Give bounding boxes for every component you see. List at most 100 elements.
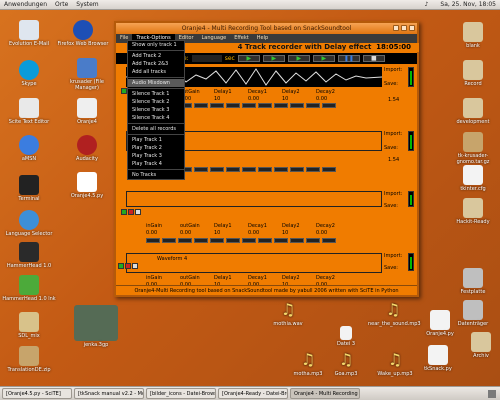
window-titlebar[interactable]: Oranje4 - Multi Recording Tool based on … [116,23,417,34]
desktop-icon-firefox[interactable]: Firefox Web Browser [52,20,114,47]
slider[interactable] [274,167,288,172]
clock[interactable]: Sa, 25. Nov, 18:05 [436,1,500,8]
desktop-file-wake-up[interactable]: ♫ Wake_up.mp3 [372,350,418,377]
menu-item-delete-all-records[interactable]: Delete all records [128,125,184,133]
desktop-icon-festplatte[interactable]: Festplatte [444,268,500,295]
desktop-icon-record[interactable]: Record [444,60,500,87]
desktop-icon-skype[interactable]: Skype [0,60,58,87]
play-button[interactable]: ▶ [262,55,285,62]
slider[interactable] [290,103,304,108]
menu-system[interactable]: System [72,1,102,8]
taskbar-item-tksnack-manual[interactable]: [tkSnack manual v2.2 - Mo... [74,388,144,399]
menu-item-silence-track-4[interactable]: Silence Track 4 [128,114,184,122]
menu-item-play-track-3[interactable]: Play Track 3 [128,152,184,160]
menu-help[interactable]: Help [253,34,272,43]
desktop-icon-amsn[interactable]: aMSN [0,135,58,162]
slider[interactable] [194,103,208,108]
desktop-icon-tksnack[interactable]: tkSnack.py [416,345,460,372]
menu-item-play-track-4[interactable]: Play Track 4 [128,160,184,168]
waveform-4[interactable]: Waveform 4 [126,253,382,273]
desktop-icon-jenka[interactable]: jenka.3gp [70,305,122,348]
desktop-icon-language[interactable]: Language Selector [0,210,58,237]
slider[interactable] [306,103,320,108]
play-track-button[interactable]: ▶ [287,55,310,62]
menu-item-silence-track-2[interactable]: Silence Track 2 [128,98,184,106]
menu-item-audio-mixdown[interactable]: Audio Mixdown [128,79,184,87]
desktop-icon-tkinter-cfg[interactable]: tkinter.cfg [444,165,500,192]
track-4-play-icon[interactable] [118,263,124,269]
menu-applications[interactable]: Anwendungen [0,1,51,8]
slider[interactable] [242,103,256,108]
slider[interactable] [178,238,192,243]
menu-item-show-only-track-1[interactable]: Show only track 1 [128,41,184,49]
track-1-volume[interactable] [408,67,414,87]
menu-item-no-tracks[interactable]: No Tracks [128,171,184,179]
slider[interactable] [306,238,320,243]
taskbar-item-oranje4[interactable]: Oranje4 - Multi Recording T... [290,388,360,399]
desktop-icon-blank[interactable]: blank [444,22,500,49]
menu-item-silence-track-3[interactable]: Silence Track 3 [128,106,184,114]
track-4-record-icon[interactable] [125,263,131,269]
trash-icon[interactable] [488,389,496,398]
slider[interactable] [210,238,224,243]
slider[interactable] [242,167,256,172]
minimize-icon[interactable] [393,25,399,31]
menu-language[interactable]: Language [198,34,231,43]
menu-item-add-track-2-3[interactable]: Add Track 2&3 [128,60,184,68]
taskbar-item-bilder-icons[interactable]: [bilder_icons - Datei-Brows... [146,388,216,399]
desktop-icon-oranje4-py[interactable]: Oranje4.py [420,310,460,337]
slider[interactable] [226,167,240,172]
slider[interactable] [322,167,336,172]
slider[interactable] [210,167,224,172]
slider[interactable] [306,167,320,172]
desktop-icon-archiv[interactable]: Archiv [462,332,500,359]
slider[interactable] [258,238,272,243]
pause-button[interactable]: ❚❚ [337,55,360,62]
menu-item-play-track-1[interactable]: Play Track 1 [128,136,184,144]
slider[interactable] [290,238,304,243]
track-3-stop-icon[interactable] [135,209,141,215]
waveform-3[interactable] [126,191,382,207]
menu-places[interactable]: Orte [51,1,72,8]
slider[interactable] [194,167,208,172]
track-3-volume[interactable] [408,191,414,207]
menu-effekt[interactable]: Effekt [230,34,253,43]
desktop-icon-oranje45[interactable]: Oranje4.5.py [58,172,116,199]
desktop-icon-hackit[interactable]: Hackit-Ready [444,198,500,225]
slider[interactable] [242,238,256,243]
forward-button[interactable]: ▶ [312,55,335,62]
desktop-icon-tk-krusader[interactable]: tk-krusader-gnomo.tar.gz [444,132,500,165]
desktop-file-motha[interactable]: ♫ motha.mp3 [288,350,328,377]
slider[interactable] [290,167,304,172]
track-4-stop-icon[interactable] [132,263,138,269]
desktop-icon-scite[interactable]: Scite Text Editor [0,98,58,125]
track-4-volume[interactable] [408,253,414,271]
desktop-icon-hammerhead[interactable]: HammerHead 1.0 [0,242,58,269]
desktop-file-datei3[interactable]: Datei 3 [328,326,364,347]
slider[interactable] [274,238,288,243]
desktop-file-goa[interactable]: ♫ Goa.mp3 [328,350,364,377]
menu-item-silence-track-1[interactable]: Silence Track 1 [128,90,184,98]
stop-button[interactable]: ■ [362,55,385,62]
slider[interactable] [322,103,336,108]
desktop-icon-translation-zip[interactable]: TranslationDE.zip [0,346,58,373]
desktop-icon-sdl-mix[interactable]: SDL_mix [0,312,58,339]
track-3-play-icon[interactable] [121,209,127,215]
slider[interactable] [162,238,176,243]
desktop-icon-hammerhead-link[interactable]: HammerHead 1.0 lnk [0,275,58,302]
desktop-icon-terminal[interactable]: Terminal [0,175,58,202]
speaker-icon[interactable]: ♪ [421,1,433,8]
track-2-volume[interactable] [408,131,414,151]
track-3-record-icon[interactable] [128,209,134,215]
slider[interactable] [258,167,272,172]
slider[interactable] [194,238,208,243]
slider[interactable] [226,238,240,243]
play-all-button[interactable]: ▶ [237,55,260,62]
slider[interactable] [146,238,160,243]
slider[interactable] [210,103,224,108]
taskbar-item-oranje4-ready[interactable]: [Oranje4-Ready - Datei-Bro... [218,388,288,399]
menu-item-add-track-2[interactable]: Add Track 2 [128,52,184,60]
maximize-icon[interactable] [401,25,407,31]
slider[interactable] [322,238,336,243]
desktop-icon-evolution[interactable]: Evolution E-Mail [0,20,58,47]
